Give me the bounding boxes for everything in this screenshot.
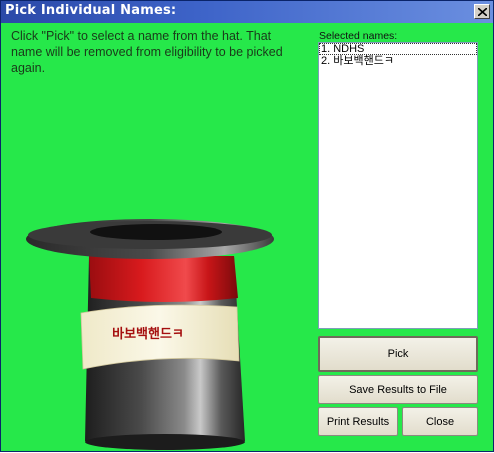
save-results-button[interactable]: Save Results to File bbox=[318, 375, 478, 404]
list-item[interactable]: 2. 바보백핸드ㅋ bbox=[319, 55, 477, 67]
top-hat-image bbox=[26, 219, 274, 450]
window-close-button[interactable] bbox=[474, 4, 490, 19]
hat-name-tag: 바보백핸드ㅋ bbox=[112, 327, 184, 342]
pick-button[interactable]: Pick bbox=[318, 336, 478, 372]
print-results-button[interactable]: Print Results bbox=[318, 407, 398, 436]
selected-names-label: Selected names: bbox=[319, 30, 398, 42]
list-item[interactable]: 1. NDHS bbox=[319, 43, 477, 55]
pick-names-window: Pick Individual Names: Click "Pick" to s… bbox=[0, 0, 494, 452]
close-button[interactable]: Close bbox=[402, 407, 478, 436]
selected-names-list[interactable]: 1. NDHS 2. 바보백핸드ㅋ bbox=[318, 42, 478, 329]
close-icon bbox=[478, 8, 487, 16]
